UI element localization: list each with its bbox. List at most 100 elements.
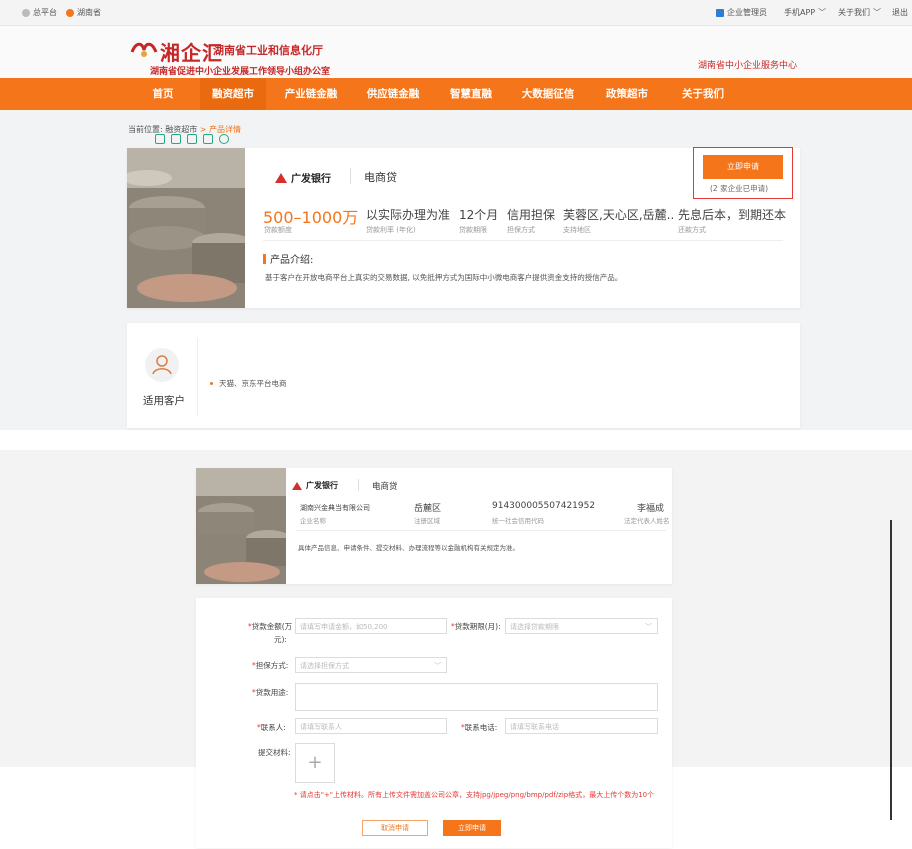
copy-icon[interactable] <box>155 134 165 144</box>
location-pin-icon <box>66 8 74 17</box>
guarantee-label: *担保方式: <box>252 661 289 670</box>
product-image <box>127 148 245 308</box>
expand-icon[interactable] <box>171 134 181 144</box>
logo-emblem-icon <box>130 42 158 57</box>
repay-method: 先息后本，到期还本 <box>678 208 787 222</box>
nav-industry-chain[interactable]: 产业链金融 <box>276 78 346 110</box>
home-icon <box>22 8 30 17</box>
heading-bar-icon <box>263 253 266 264</box>
nav-credit-data[interactable]: 大数据征信 <box>510 78 586 110</box>
customers-card <box>127 323 800 428</box>
divider <box>263 240 783 241</box>
intro-text: 基于客户在开放电商平台上真实的交易数据, 以免抵押方式为国际中小微电商客户提供资… <box>265 273 623 282</box>
product-image <box>196 468 286 584</box>
top-utility-bar: 总平台 湖南省 企业管理员 手机APP ﹀ 关于我们 ﹀ 退出 <box>0 0 912 26</box>
nav-home[interactable]: 首页 <box>135 78 191 110</box>
customer-list-item: 天猫、京东平台电商 <box>210 378 287 389</box>
product-name: 电商贷 <box>364 171 397 184</box>
company-name: 湖南兴金典当有限公司 <box>300 504 370 512</box>
logout-link[interactable]: 退出 <box>892 7 908 18</box>
company-district: 岳麓区 <box>414 504 442 514</box>
customers-title: 适用客户 <box>143 395 185 407</box>
guarantee-select[interactable]: 请选择担保方式 ﹀ <box>295 657 447 673</box>
amount-input[interactable]: 请填写申请金额，如50,200 <box>295 618 447 634</box>
nav-supply-chain[interactable]: 供应链金融 <box>358 78 428 110</box>
plus-icon: + <box>307 752 323 773</box>
cancel-button[interactable]: 取消申请 <box>362 820 428 836</box>
term-label: *贷款期限(月): <box>451 622 501 631</box>
upload-button[interactable]: + <box>295 743 335 783</box>
submit-button[interactable]: 立即申请 <box>443 820 501 836</box>
platform-link[interactable]: 总平台 <box>22 7 57 18</box>
contact-label: *联系人: <box>257 723 286 732</box>
loan-amount-label: 贷款额度 <box>264 226 292 234</box>
guarantee-method: 信用担保 <box>507 208 556 222</box>
bank-logo: 广发银行 <box>275 170 331 185</box>
bank-logo: 广发银行 <box>292 480 338 491</box>
loan-term: 12个月 <box>459 208 499 222</box>
amount-label: *贷款金额(万 <box>248 622 293 631</box>
bank-logo-icon <box>275 172 287 183</box>
support-region-label: 支持地区 <box>563 226 591 234</box>
main-nav: 首页 融资超市 产业链金融 供应链金融 智慧直融 大数据征信 政策超市 关于我们 <box>0 78 912 110</box>
org-name: 湖南省工业和信息化厅 <box>213 44 323 57</box>
chevron-down-icon: ﹀ <box>873 8 881 17</box>
divider <box>358 479 359 491</box>
purpose-label: *贷款用途: <box>252 688 289 697</box>
divider <box>296 530 666 531</box>
intro-heading: 产品介绍: <box>263 251 313 266</box>
company-name-label: 企业名称 <box>300 517 326 525</box>
loan-term-label: 贷款期限 <box>459 226 487 234</box>
legal-rep-label: 法定代表人姓名 <box>624 517 670 525</box>
contact-input[interactable]: 请填写联系人 <box>295 718 447 734</box>
apply-button[interactable]: 立即申请 <box>703 155 783 179</box>
service-center-label: 湖南省中小企业服务中心 <box>698 61 798 71</box>
nav-direct-finance[interactable]: 智慧直融 <box>440 78 502 110</box>
settings-icon[interactable] <box>219 134 229 144</box>
building-icon <box>716 8 724 17</box>
mobile-app-menu[interactable]: 手机APP ﹀ <box>784 7 826 18</box>
legal-rep: 李福成 <box>637 504 665 514</box>
bullet-icon <box>210 382 213 385</box>
credit-code: 914300005507421952 <box>492 501 596 511</box>
bank-logo-icon <box>292 481 302 490</box>
phone-input[interactable]: 请填写联系电话 <box>505 718 658 734</box>
company-notice: 具体产品信息、申请条件、提交材料、办理流程等以金融机构有关规定为准。 <box>298 544 519 552</box>
nav-policy-market[interactable]: 政策超市 <box>596 78 658 110</box>
loan-rate: 以实际办理为准 <box>366 208 451 222</box>
term-select[interactable]: 请选择贷款期限 ﹀ <box>505 618 658 634</box>
nav-finance-market[interactable]: 融资超市 <box>200 78 266 110</box>
loan-rate-label: 贷款利率 (年化) <box>366 226 416 234</box>
chevron-down-icon: ﹀ <box>818 8 827 17</box>
save-icon[interactable] <box>187 134 197 144</box>
amount-label-unit: 元): <box>274 635 287 644</box>
scrollbar[interactable] <box>890 520 892 820</box>
materials-label: 提交材料: <box>258 748 291 757</box>
customer-avatar <box>145 348 179 382</box>
toolbar-icons <box>155 134 229 144</box>
site-header: 湘企汇 湖南省工业和信息化厅 湖南省促进中小企业发展工作领导小组办公室 湖南省中… <box>0 26 912 78</box>
nav-about[interactable]: 关于我们 <box>672 78 734 110</box>
chevron-down-icon: ﹀ <box>645 623 652 631</box>
repay-method-label: 还款方式 <box>678 226 706 234</box>
user-icon <box>152 355 172 375</box>
purpose-textarea[interactable] <box>295 683 658 711</box>
product-name: 电商贷 <box>372 482 398 492</box>
divider <box>350 168 351 184</box>
divider <box>197 338 198 416</box>
upload-note: * 请点击"+"上传材料。所有上传文件需加盖公司公章，支持jpg/jpeg/pn… <box>294 791 655 799</box>
guarantee-method-label: 担保方式 <box>507 226 535 234</box>
breadcrumb-link[interactable]: 融资超市 <box>165 125 197 134</box>
about-menu[interactable]: 关于我们 ﹀ <box>838 7 881 18</box>
share-icon[interactable] <box>203 134 213 144</box>
company-district-label: 注册区域 <box>414 517 440 525</box>
org-subtitle: 湖南省促进中小企业发展工作领导小组办公室 <box>150 67 331 77</box>
province-link[interactable]: 湖南省 <box>66 7 101 18</box>
apply-count: (2 家企业已申请) <box>710 184 769 193</box>
phone-label: *联系电话: <box>461 723 498 732</box>
enterprise-admin-link[interactable]: 企业管理员 <box>716 7 767 18</box>
chevron-down-icon: ﹀ <box>434 662 441 670</box>
support-region: 芙蓉区,天心区,岳麓.. <box>563 208 675 222</box>
breadcrumb-current: 产品详情 <box>209 125 242 134</box>
credit-code-label: 统一社会信用代码 <box>492 517 544 525</box>
